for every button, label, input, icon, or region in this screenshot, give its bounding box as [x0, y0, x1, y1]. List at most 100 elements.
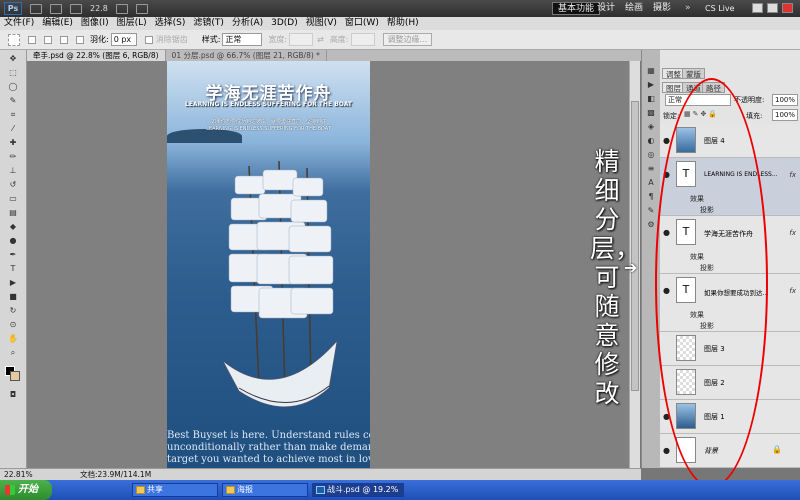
character-panel-icon[interactable]: A: [646, 178, 656, 188]
actions-panel-icon[interactable]: ▶: [646, 80, 656, 90]
tab-qianshou[interactable]: 牵手.psd @ 22.8% (图层 6, RGB/8): [27, 50, 166, 61]
quick-mask-icon[interactable]: ◘: [8, 390, 18, 400]
fill-label: 填充:: [746, 112, 763, 120]
path-selection-tool-icon[interactable]: ▶: [8, 278, 18, 288]
healing-tool-icon[interactable]: ✚: [8, 138, 18, 148]
application-bar: Ps 22.8 基本功能 设计 绘画 摄影 » CS Live: [0, 0, 800, 17]
fill-input[interactable]: 100%: [772, 109, 798, 121]
fx-icon[interactable]: fx: [789, 287, 796, 295]
subtract-selection-icon[interactable]: [60, 35, 68, 44]
antialias-checkbox[interactable]: [144, 35, 153, 44]
color-swatches[interactable]: [5, 366, 21, 382]
restore-button[interactable]: [767, 3, 778, 13]
add-selection-icon[interactable]: [44, 35, 52, 44]
menu-help[interactable]: 帮助(H): [383, 17, 423, 30]
close-button[interactable]: [782, 3, 793, 13]
opacity-input[interactable]: 100%: [772, 94, 798, 106]
refine-edge-button[interactable]: 调整边缘...: [382, 33, 433, 46]
width-input[interactable]: [289, 33, 314, 46]
eraser-tool-icon[interactable]: ▭: [8, 194, 18, 204]
gradient-tool-icon[interactable]: ▤: [8, 208, 18, 218]
arrow-icon: ➔: [624, 258, 638, 277]
visibility-eye-icon[interactable]: ●: [663, 447, 670, 455]
menu-edit[interactable]: 编辑(E): [38, 17, 77, 30]
more-workspaces-icon[interactable]: »: [680, 2, 696, 15]
workspace-design[interactable]: 设计: [592, 2, 620, 15]
marquee-preset-icon[interactable]: [8, 33, 20, 46]
menu-file[interactable]: 文件(F): [0, 17, 38, 30]
menu-select[interactable]: 选择(S): [151, 17, 190, 30]
folder-icon: [136, 486, 145, 494]
tool-presets-icon[interactable]: ⚙: [646, 220, 656, 230]
move-tool-icon[interactable]: ✥: [8, 54, 18, 64]
channels-panel-icon[interactable]: ≡: [646, 164, 656, 174]
history-brush-tool-icon[interactable]: ↺: [8, 180, 18, 190]
masks-panel-icon[interactable]: ◎: [646, 150, 656, 160]
type-tool-icon[interactable]: T: [8, 264, 18, 274]
taskbar-item-photoshop[interactable]: 战斗.psd @ 19.2%: [312, 483, 404, 497]
dodge-tool-icon[interactable]: ●: [8, 236, 18, 246]
3d-orbit-tool-icon[interactable]: ⊙: [8, 320, 18, 330]
background-color[interactable]: [10, 371, 20, 381]
workspace-photography[interactable]: 摄影: [648, 2, 676, 15]
zoom-tool-icon[interactable]: ⌕: [8, 348, 18, 358]
menu-3d[interactable]: 3D(D): [267, 17, 302, 30]
antialias-label: 消除锯齿: [155, 35, 188, 44]
taskbar-item-poster[interactable]: 海报: [222, 483, 308, 497]
windows-taskbar: 开始 共享 海报 战斗.psd @ 19.2%: [0, 480, 800, 500]
eyedropper-tool-icon[interactable]: ⁄: [8, 124, 18, 134]
style-select[interactable]: 正常: [222, 33, 263, 46]
brush-panel-icon[interactable]: ✎: [646, 206, 656, 216]
highlight-oval: [655, 78, 768, 488]
height-input[interactable]: [350, 33, 375, 46]
styles-panel-icon[interactable]: ◈: [646, 122, 656, 132]
document-tabs: 牵手.psd @ 22.8% (图层 6, RGB/8) 01 分层.psd @…: [27, 50, 641, 61]
visibility-eye-icon[interactable]: ●: [663, 137, 670, 145]
workspace-painting[interactable]: 绘画: [620, 2, 648, 15]
3d-rotate-tool-icon[interactable]: ↻: [8, 306, 18, 316]
intersect-selection-icon[interactable]: [76, 35, 84, 44]
mini-bridge-icon[interactable]: [50, 3, 62, 14]
screen-mode-icon[interactable]: [135, 3, 148, 14]
zoom-level-field[interactable]: 22.8: [90, 4, 108, 13]
swatches-panel-icon[interactable]: ▩: [646, 108, 656, 118]
start-button[interactable]: 开始: [0, 480, 52, 500]
fx-icon[interactable]: fx: [789, 229, 796, 237]
clone-stamp-tool-icon[interactable]: ⊥: [8, 166, 18, 176]
blur-tool-icon[interactable]: ◆: [8, 222, 18, 232]
fx-icon[interactable]: fx: [789, 171, 796, 179]
tools-panel: ✥ ⬚ ◯ ✎ ⌗ ⁄ ✚ ✏ ⊥ ↺ ▭ ▤ ◆ ● ✒ T ▶ ■ ↻ ⊙ …: [0, 50, 27, 468]
hand-tool-icon[interactable]: ✋: [8, 334, 18, 344]
paragraph-panel-icon[interactable]: ¶: [646, 192, 656, 202]
menu-image[interactable]: 图像(I): [77, 17, 113, 30]
poster-bottom-line-3: target you wanted to achieve most in lov…: [167, 454, 370, 465]
taskbar-item-share[interactable]: 共享: [132, 483, 218, 497]
pen-tool-icon[interactable]: ✒: [8, 250, 18, 260]
adjustments-panel-icon[interactable]: ◐: [646, 136, 656, 146]
quick-select-tool-icon[interactable]: ✎: [8, 96, 18, 106]
arrange-documents-icon[interactable]: [115, 3, 128, 14]
menu-filter[interactable]: 滤镜(T): [189, 17, 228, 30]
marquee-tool-icon[interactable]: ⬚: [8, 68, 18, 78]
feather-input[interactable]: 0 px: [110, 33, 137, 46]
lasso-tool-icon[interactable]: ◯: [8, 82, 18, 92]
hand-view-icon[interactable]: [70, 3, 82, 14]
history-panel-icon[interactable]: ▦: [646, 66, 656, 76]
menu-analysis[interactable]: 分析(A): [228, 17, 267, 30]
brush-tool-icon[interactable]: ✏: [8, 152, 18, 162]
photoshop-logo: Ps: [4, 2, 22, 15]
menu-layer[interactable]: 图层(L): [113, 17, 151, 30]
minimize-button[interactable]: [752, 3, 763, 13]
bridge-icon[interactable]: [30, 3, 42, 14]
menu-view[interactable]: 视图(V): [302, 17, 341, 30]
tab-fenceng[interactable]: 01 分层.psd @ 66.7% (图层 21, RGB/8) *: [166, 50, 327, 61]
crop-tool-icon[interactable]: ⌗: [8, 110, 18, 120]
new-selection-icon[interactable]: [28, 35, 36, 44]
swap-icon[interactable]: ⇄: [317, 35, 324, 44]
color-panel-icon[interactable]: ◧: [646, 94, 656, 104]
cs-live-button[interactable]: CS Live: [700, 2, 740, 15]
shape-tool-icon[interactable]: ■: [8, 292, 18, 302]
tab-masks[interactable]: 蒙版: [682, 68, 705, 79]
poster-bottom-line-2: unconditionally rather than make demands…: [167, 442, 370, 453]
menu-window[interactable]: 窗口(W): [341, 17, 383, 30]
